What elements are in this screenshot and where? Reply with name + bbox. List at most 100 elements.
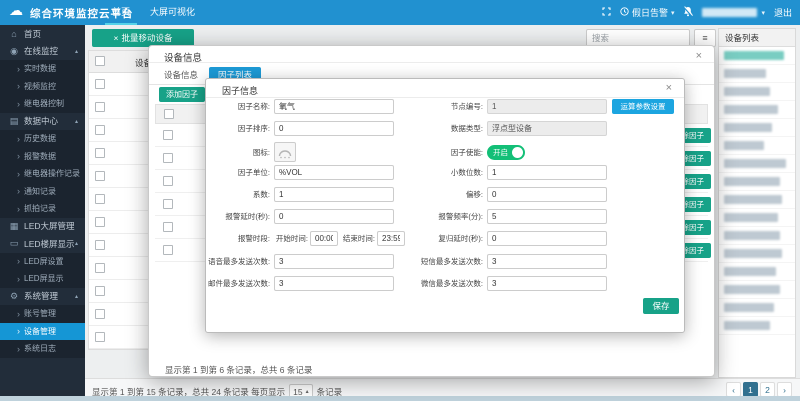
device-list-item[interactable] (719, 101, 795, 119)
factor-sort-field[interactable] (274, 121, 394, 136)
device-list-item[interactable] (719, 65, 795, 83)
row-checkbox[interactable] (95, 102, 105, 112)
row-checkbox[interactable] (95, 332, 105, 342)
device-list-item[interactable] (719, 299, 795, 317)
alarm-delay-field[interactable] (274, 209, 394, 224)
sidebar-item-device-mgmt[interactable]: 设备管理 (0, 323, 85, 341)
factor-name-field[interactable] (274, 99, 394, 114)
row-checkbox[interactable] (163, 245, 173, 255)
device-list-item[interactable] (719, 317, 795, 335)
end-time-field[interactable] (377, 231, 405, 246)
row-checkbox[interactable] (163, 222, 173, 232)
sidebar-item-led-display[interactable]: LED屏显示 (0, 270, 85, 288)
device-name-masked (724, 141, 764, 150)
sidebar-item-alarm-data[interactable]: 报警数据 (0, 148, 85, 166)
device-name-masked (724, 249, 782, 258)
page-prev-button[interactable]: ‹ (726, 382, 741, 397)
reset-delay-label: 复归延时(秒): (411, 231, 483, 246)
device-list-item[interactable] (719, 47, 795, 65)
user-menu[interactable]: ▾ (702, 8, 765, 17)
fullscreen-icon[interactable] (602, 7, 611, 18)
device-list-item[interactable] (719, 245, 795, 263)
row-checkbox[interactable] (95, 194, 105, 204)
sidebar-item-notify-log[interactable]: 通知记录 (0, 183, 85, 201)
caret-up-icon: ▴ (75, 118, 78, 125)
page-next-button[interactable]: › (777, 382, 792, 397)
page-2-button[interactable]: 2 (760, 382, 775, 397)
row-checkbox[interactable] (95, 263, 105, 273)
sidebar-item-relay-control[interactable]: 继电器控制 (0, 95, 85, 113)
factor-unit-label: 因子单位: (208, 165, 270, 180)
select-all-checkbox[interactable] (164, 109, 174, 119)
offset-field[interactable] (487, 187, 607, 202)
sidebar-item-led-settings[interactable]: LED屏设置 (0, 253, 85, 271)
sidebar-item-relay-log[interactable]: 继电器操作记录 (0, 165, 85, 183)
row-checkbox[interactable] (163, 153, 173, 163)
operation-params-button[interactable]: 运算参数设置 (612, 99, 674, 114)
alarm-frequency-field[interactable] (487, 209, 607, 224)
factor-enable-toggle[interactable]: 开启 (487, 145, 525, 160)
row-checkbox[interactable] (95, 79, 105, 89)
save-button[interactable]: 保存 (643, 298, 679, 314)
row-checkbox[interactable] (163, 176, 173, 186)
device-list-item[interactable] (719, 83, 795, 101)
device-list-item[interactable] (719, 173, 795, 191)
coefficient-field[interactable] (274, 187, 394, 202)
row-checkbox[interactable] (95, 171, 105, 181)
sidebar-group-led-display[interactable]: ▭LED楼屏显示▴ (0, 235, 85, 253)
device-list-item[interactable] (719, 191, 795, 209)
factor-unit-field[interactable] (274, 165, 394, 180)
select-all-checkbox[interactable] (95, 56, 105, 66)
holiday-alert-menu[interactable]: 假日告警 ▾ (620, 6, 675, 19)
wechat-max-field[interactable] (487, 276, 607, 291)
device-list-item[interactable] (719, 155, 795, 173)
device-list-item[interactable] (719, 281, 795, 299)
device-list-item[interactable] (719, 119, 795, 137)
display-icon: ▭ (9, 238, 19, 249)
nav-big-screen[interactable]: 大屏可视化 (143, 0, 202, 23)
logout-button[interactable]: 退出 (774, 6, 792, 19)
device-name-masked (724, 195, 782, 204)
factor-icon-upload[interactable] (274, 142, 296, 162)
sidebar-item-home[interactable]: ⌂首页 (0, 25, 85, 43)
factor-records-summary: 显示第 1 到第 6 条记录，总共 6 条记录 (165, 364, 312, 376)
sidebar-item-video-monitoring[interactable]: 视频监控 (0, 78, 85, 96)
close-icon[interactable]: × (666, 83, 672, 93)
tab-device-info[interactable]: 设备信息 (155, 67, 207, 84)
mail-max-field[interactable] (274, 276, 394, 291)
sidebar-group-data-center[interactable]: ▤数据中心▴ (0, 113, 85, 131)
sidebar-item-led-screen-mgmt[interactable]: ▦LED大屏管理 (0, 218, 85, 236)
row-checkbox[interactable] (95, 148, 105, 158)
sidebar-group-system-mgmt[interactable]: ⚙系统管理▴ (0, 288, 85, 306)
row-checkbox[interactable] (163, 199, 173, 209)
row-checkbox[interactable] (95, 309, 105, 319)
alarm-frequency-label: 报警频率(分): (411, 209, 483, 224)
bottom-scrollbar[interactable] (0, 396, 800, 401)
sidebar-item-history-data[interactable]: 历史数据 (0, 130, 85, 148)
start-time-field[interactable] (310, 231, 338, 246)
row-checkbox[interactable] (163, 130, 173, 140)
row-checkbox[interactable] (95, 240, 105, 250)
sidebar-item-realtime-data[interactable]: 实时数据 (0, 60, 85, 78)
nav-home[interactable]: 首页 (105, 0, 137, 25)
decimals-field[interactable] (487, 165, 607, 180)
add-factor-button[interactable]: 添加因子 (159, 87, 205, 102)
device-list-item[interactable] (719, 263, 795, 281)
sidebar-item-account-mgmt[interactable]: 账号管理 (0, 305, 85, 323)
sidebar-item-capture-log[interactable]: 抓拍记录 (0, 200, 85, 218)
page-1-button[interactable]: 1 (743, 382, 758, 397)
reset-delay-field[interactable] (487, 231, 607, 246)
device-list-item[interactable] (719, 209, 795, 227)
close-icon[interactable]: × (696, 51, 702, 61)
row-checkbox[interactable] (95, 217, 105, 227)
device-list-item[interactable] (719, 137, 795, 155)
page-footer: 显示第 1 到第 15 条记录，总共 24 条记录 每页显示 15 ▴ 条记录 … (85, 378, 800, 398)
device-list-item[interactable] (719, 227, 795, 245)
sidebar-item-system-log[interactable]: 系统日志 (0, 340, 85, 358)
sidebar-group-online-monitoring[interactable]: ◉在线监控▴ (0, 43, 85, 61)
sms-max-field[interactable] (487, 254, 607, 269)
bell-muted-icon[interactable] (683, 6, 693, 19)
row-checkbox[interactable] (95, 125, 105, 135)
voice-max-field[interactable] (274, 254, 394, 269)
row-checkbox[interactable] (95, 286, 105, 296)
